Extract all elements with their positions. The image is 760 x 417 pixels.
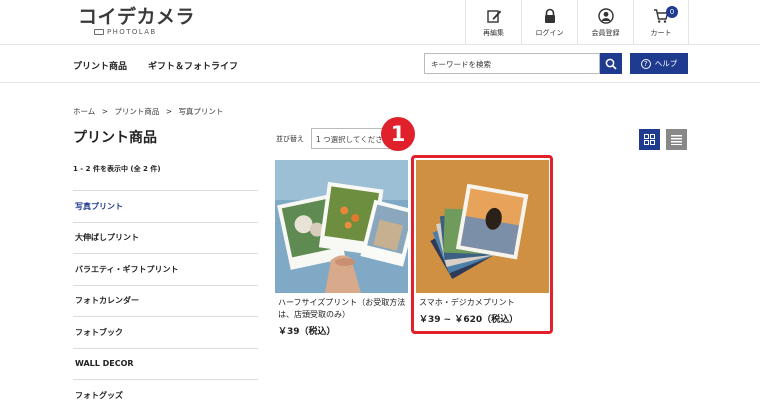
sidebar-item-photo-print[interactable]: 写真プリント bbox=[73, 190, 258, 222]
cart-count-badge: 0 bbox=[666, 6, 678, 18]
main-nav: プリント商品 ギフト＆フォトライフ キーワードを検索 ? ヘルプ bbox=[0, 45, 760, 83]
breadcrumb-separator: > bbox=[165, 107, 173, 116]
sidebar-item-photo-goods[interactable]: フォトグッズ bbox=[73, 379, 258, 411]
photolab-mark-icon bbox=[94, 29, 104, 35]
site-logo[interactable]: コイデカメラ PHOTOLAB bbox=[78, 6, 196, 36]
grid-view-button[interactable] bbox=[639, 129, 660, 150]
product-card-half-size-print[interactable]: ハーフサイズプリント（お受取方法は、店頭受取のみ） ￥39（税込） bbox=[275, 160, 408, 337]
highlight-frame bbox=[411, 155, 553, 334]
user-icon bbox=[597, 8, 614, 24]
login-label: ログイン bbox=[535, 29, 564, 37]
search-button[interactable] bbox=[600, 53, 622, 74]
list-view-button[interactable] bbox=[666, 129, 687, 150]
help-label: ヘルプ bbox=[654, 59, 678, 68]
login-button[interactable]: ログイン bbox=[521, 0, 577, 44]
help-button[interactable]: ? ヘルプ bbox=[630, 53, 688, 74]
product-price: ￥39（税込） bbox=[278, 327, 336, 337]
sidebar-item-wall-decor[interactable]: WALL DECOR bbox=[73, 347, 258, 380]
register-label: 会員登録 bbox=[591, 29, 620, 37]
result-count: 1 - 2 件を表示中 (全 2 件) bbox=[73, 165, 161, 173]
product-name[interactable]: ハーフサイズプリント（お受取方法は、店頭受取のみ） bbox=[275, 297, 408, 321]
header-tools: 再編集 ログイン 会員登録 カート 0 bbox=[465, 0, 689, 44]
grid-icon bbox=[644, 134, 655, 145]
help-icon: ? bbox=[640, 58, 651, 69]
search-icon bbox=[605, 58, 617, 70]
breadcrumb: ホーム > プリント商品 > 写真プリント bbox=[73, 106, 227, 117]
list-icon bbox=[671, 135, 682, 145]
sort-label: 並び替え bbox=[276, 135, 304, 143]
cart-label: カート bbox=[650, 29, 672, 37]
breadcrumb-print-products[interactable]: プリント商品 bbox=[114, 107, 159, 116]
sidebar-item-photo-calendar[interactable]: フォトカレンダー bbox=[73, 284, 258, 317]
edit-icon bbox=[486, 10, 501, 23]
breadcrumb-separator: > bbox=[101, 107, 108, 116]
category-sidebar: 写真プリント 大伸ばしプリント バラエティ・ギフトプリント フォトカレンダー フ… bbox=[73, 190, 258, 411]
cart-button[interactable]: カート 0 bbox=[633, 0, 689, 44]
sidebar-item-large-print[interactable]: 大伸ばしプリント bbox=[73, 221, 258, 254]
reedit-label: 再編集 bbox=[483, 29, 504, 37]
sidebar-item-photo-book[interactable]: フォトブック bbox=[73, 316, 258, 348]
reedit-button[interactable]: 再編集 bbox=[465, 0, 521, 44]
nav-item-print-products[interactable]: プリント商品 bbox=[73, 59, 127, 72]
logo-sub-text: PHOTOLAB bbox=[107, 28, 157, 36]
page-title: プリント商品 bbox=[73, 130, 157, 146]
breadcrumb-home[interactable]: ホーム bbox=[73, 107, 95, 116]
lock-icon bbox=[544, 8, 555, 23]
register-button[interactable]: 会員登録 bbox=[577, 0, 633, 44]
logo-text: コイデカメラ bbox=[78, 6, 196, 28]
search-input[interactable]: キーワードを検索 bbox=[424, 53, 600, 74]
nav-item-gift-photolife[interactable]: ギフト＆フォトライフ bbox=[148, 59, 238, 72]
logo-subtitle: PHOTOLAB bbox=[94, 28, 157, 36]
breadcrumb-current: 写真プリント bbox=[178, 107, 224, 116]
product-image-half-size-print[interactable] bbox=[275, 160, 408, 293]
sidebar-item-variety-gift-print[interactable]: バラエティ・ギフトプリント bbox=[73, 253, 258, 285]
site-header: コイデカメラ PHOTOLAB 再編集 ログイン 会員登録 カート 0 bbox=[0, 0, 760, 45]
step-number-badge: 1 bbox=[381, 117, 415, 151]
